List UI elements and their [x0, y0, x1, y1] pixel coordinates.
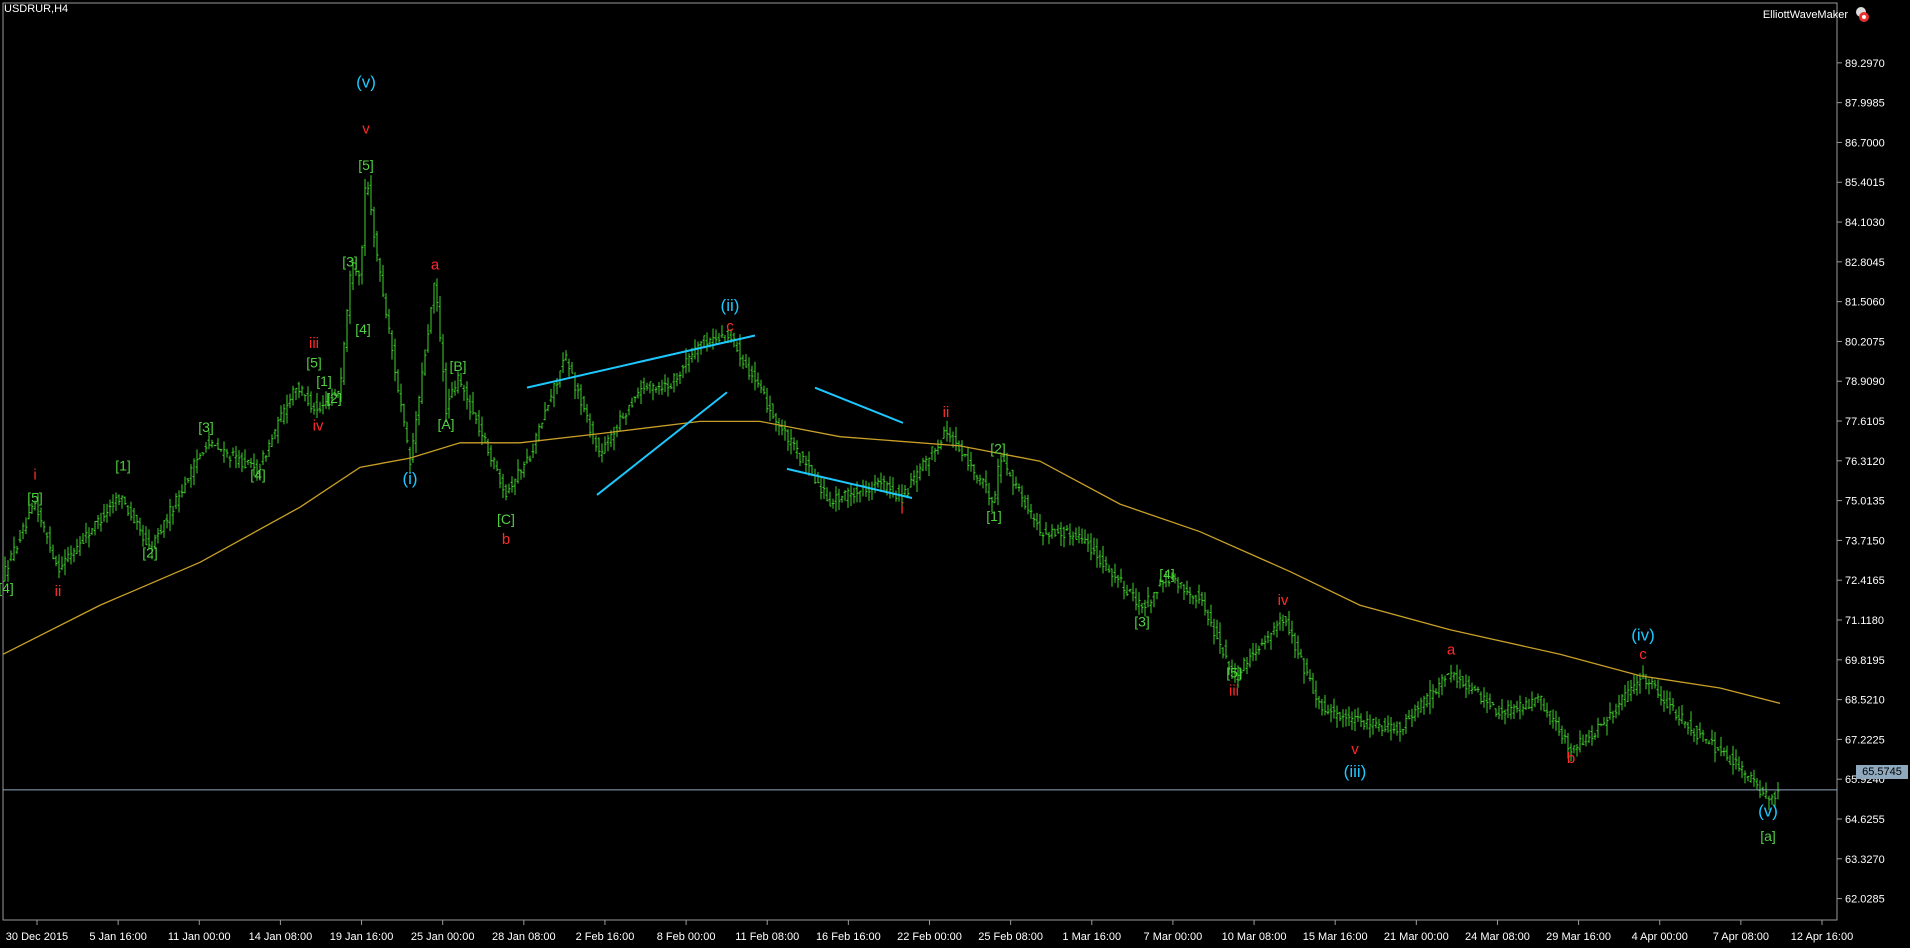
x-tick-label: 12 Apr 16:00 [1791, 931, 1853, 943]
wave-label: iii [309, 335, 319, 352]
wave-label: (ii) [721, 296, 740, 315]
wave-label: [4] [0, 580, 14, 596]
x-tick-label: 2 Feb 16:00 [576, 931, 635, 943]
wave-label: c [726, 318, 734, 335]
x-axis: 30 Dec 2015 5 Jan 16:00 11 Jan 00:00 14 Jan… [6, 920, 1853, 943]
y-tick-label: 72.4165 [1845, 575, 1885, 587]
x-tick-label: 14 Jan 08:00 [249, 931, 313, 943]
wave-label: [2] [990, 441, 1006, 457]
y-tick-label: 71.1180 [1845, 615, 1884, 627]
wave-label: [1] [316, 373, 332, 389]
x-tick-label: 16 Feb 16:00 [816, 931, 881, 943]
x-tick-label: 11 Jan 00:00 [168, 931, 231, 943]
wave-label: b [502, 531, 510, 548]
y-tick-label: 82.8045 [1845, 257, 1885, 269]
wave-label: v [362, 120, 370, 137]
wave-label: [A] [437, 416, 454, 432]
wave-label: ii [55, 583, 62, 600]
x-tick-label: 19 Jan 16:00 [330, 931, 394, 943]
wave-label: [1] [986, 508, 1002, 524]
y-tick-label: 81.5060 [1845, 297, 1885, 309]
wave-label: [a] [1760, 828, 1776, 844]
symbol-label: USDRUR,H4 [4, 3, 69, 15]
y-tick-label: 75.0135 [1845, 496, 1885, 508]
price-chart[interactable]: [4]i[5]ii[1][2][3][4]iii[5][1][2]iv[3][4… [0, 0, 1910, 948]
wave-label: v [1351, 741, 1359, 758]
y-tick-label: 85.4015 [1845, 177, 1885, 189]
wave-label: ii [943, 404, 950, 421]
wave-label: [5] [306, 355, 322, 371]
x-tick-label: 15 Mar 16:00 [1303, 931, 1368, 943]
y-tick-label: 87.9985 [1845, 98, 1885, 110]
wave-label: i [33, 467, 36, 484]
wave-label: b [1567, 750, 1575, 767]
x-tick-label: 11 Feb 08:00 [735, 931, 799, 943]
wave-label: [5] [358, 157, 374, 173]
wave-label: i [900, 500, 903, 517]
wave-label: [5] [1226, 664, 1242, 680]
wave-label: a [431, 257, 440, 274]
y-tick-label: 80.2075 [1845, 336, 1885, 348]
y-tick-label: 69.8195 [1845, 655, 1885, 667]
wave-label: [4] [250, 467, 266, 483]
x-tick-label: 10 Mar 08:00 [1222, 931, 1287, 943]
x-tick-label: 4 Apr 00:00 [1632, 931, 1688, 943]
wave-label: [4] [1159, 566, 1175, 582]
brand-label: ElliottWaveMaker [1762, 9, 1848, 21]
y-tick-label: 86.7000 [1845, 137, 1885, 149]
wave-label: [B] [449, 358, 466, 374]
y-tick-label: 64.6255 [1845, 814, 1885, 826]
y-tick-label: 62.0285 [1845, 894, 1885, 906]
x-tick-label: 25 Jan 00:00 [411, 931, 475, 943]
x-tick-label: 8 Feb 00:00 [657, 931, 716, 943]
x-tick-label: 24 Mar 08:00 [1465, 931, 1530, 943]
wave-label: [3] [1134, 614, 1150, 630]
wave-label: [2] [142, 545, 158, 561]
wave-label: (i) [402, 469, 417, 488]
current-price-tag: 65.5745 [1856, 765, 1908, 779]
y-tick-label: 67.2225 [1845, 734, 1885, 746]
x-tick-label: 29 Mar 16:00 [1546, 931, 1611, 943]
wave-label: c [1639, 646, 1647, 663]
wave-label: [C] [497, 511, 515, 527]
wave-label: (iii) [1344, 762, 1367, 781]
expert-advisor-icon[interactable] [1852, 5, 1870, 23]
x-tick-label: 25 Feb 08:00 [978, 931, 1043, 943]
y-tick-label: 73.7150 [1845, 535, 1885, 547]
x-tick-label: 28 Jan 08:00 [492, 931, 556, 943]
y-tick-label: 84.1030 [1845, 217, 1885, 229]
wave-label: (iv) [1631, 625, 1655, 644]
x-tick-label: 5 Jan 16:00 [89, 931, 147, 943]
y-tick-label: 76.3120 [1845, 456, 1885, 468]
wave-label: iv [1278, 592, 1289, 609]
wave-label: [3] [198, 419, 214, 435]
plot-frame [2, 2, 1838, 921]
x-tick-label: 22 Feb 00:00 [897, 931, 962, 943]
wave-label: (v) [1758, 802, 1778, 821]
y-tick-label: 89.2970 [1845, 58, 1885, 70]
wave-label: [3] [342, 254, 358, 270]
wave-label: iv [313, 418, 324, 435]
wave-label: (v) [356, 72, 376, 91]
wave-label: iii [1229, 683, 1239, 700]
wave-label: [4] [355, 321, 371, 337]
y-tick-label: 77.6105 [1845, 416, 1885, 428]
x-tick-label: 30 Dec 2015 [6, 931, 68, 943]
x-tick-label: 7 Apr 08:00 [1713, 931, 1769, 943]
x-tick-label: 21 Mar 00:00 [1384, 931, 1449, 943]
y-tick-label: 78.9090 [1845, 376, 1885, 388]
y-tick-label: 63.3270 [1845, 854, 1885, 866]
wave-label: a [1447, 641, 1456, 658]
wave-label: [2] [326, 390, 342, 406]
x-tick-label: 1 Mar 16:00 [1062, 931, 1121, 943]
wave-label: [5] [27, 490, 43, 506]
x-tick-label: 7 Mar 00:00 [1144, 931, 1203, 943]
wave-label: [1] [115, 457, 131, 473]
y-tick-label: 68.5210 [1845, 695, 1885, 707]
